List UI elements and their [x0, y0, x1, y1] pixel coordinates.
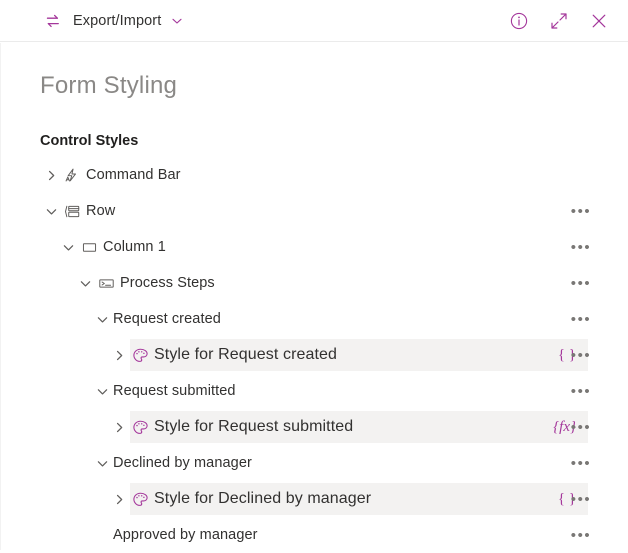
export-import-label: Export/Import [73, 12, 162, 29]
tree-item-label: Column 1 [103, 239, 166, 255]
tree-item-request-submitted[interactable]: Request submitted ••• [0, 373, 628, 409]
control-styles-tree: Command Bar Row ••• Column 1 ••• Process Step… [0, 157, 628, 553]
chevron-down-icon[interactable] [74, 272, 96, 294]
chevron-down-icon[interactable] [40, 200, 62, 222]
header-actions [508, 10, 614, 32]
chevron-right-icon[interactable] [40, 164, 62, 186]
tree-item-content: Declined by manager [0, 452, 628, 474]
tree-item-column-1[interactable]: Column 1 ••• [0, 229, 628, 265]
tree-item-content: Style for Declined by manager{ } [0, 488, 628, 510]
tree-item-label: Command Bar [86, 167, 181, 183]
tree-item-request-created[interactable]: Request created ••• [0, 301, 628, 337]
tree-item-style-for-request-submitted[interactable]: Style for Request submitted {fx} ••• [0, 409, 628, 445]
tree-item-declined-by-manager[interactable]: Declined by manager ••• [0, 445, 628, 481]
command-bar-icon [62, 166, 82, 184]
tree-item-content: Request submitted [0, 380, 628, 402]
tree-item-content: Style for Request submitted {fx} [0, 416, 628, 438]
expand-diagonal-icon[interactable] [548, 10, 570, 32]
tree-item-label: Process Steps [120, 275, 215, 291]
form-styling-pane: Form Styling Control Styles Command Bar R… [0, 42, 628, 553]
info-circle-icon[interactable] [508, 10, 530, 32]
overflow-menu-button[interactable]: ••• [568, 229, 594, 265]
overflow-menu-button[interactable]: ••• [568, 301, 594, 337]
tree-item-content: Column 1 [0, 236, 628, 258]
tree-item-label: Declined by manager [113, 455, 252, 471]
overflow-menu-button[interactable]: ••• [568, 409, 594, 445]
tree-item-style-for-request-created[interactable]: Style for Request created{ } ••• [0, 337, 628, 373]
tree-item-style-for-declined-by-manager[interactable]: Style for Declined by manager{ } ••• [0, 481, 628, 517]
chevron-down-icon[interactable] [57, 236, 79, 258]
tree-item-label: Request submitted [113, 383, 236, 399]
tree-item-label: Row [86, 203, 116, 219]
chevron-right-icon[interactable] [108, 488, 130, 510]
page-title: Form Styling [40, 72, 178, 99]
chevron-down-icon[interactable] [91, 452, 113, 474]
control-styles-heading: Control Styles [40, 133, 139, 149]
palette-icon [130, 418, 150, 436]
tree-item-content: Command Bar [0, 164, 628, 186]
tree-item-content: Process Steps [0, 272, 628, 294]
tree-item-content: Row [0, 200, 628, 222]
process-steps-icon [96, 274, 116, 292]
overflow-menu-button[interactable]: ••• [568, 337, 594, 373]
chevron-down-icon [170, 14, 184, 28]
palette-icon [130, 490, 150, 508]
tree-twisty-placeholder [91, 524, 113, 546]
tree-item-label: Style for Declined by manager [154, 490, 372, 507]
export-import-menu-button[interactable]: Export/Import [38, 7, 188, 35]
tree-item-content: Style for Request created{ } [0, 344, 628, 366]
palette-icon [130, 346, 150, 364]
overflow-menu-button[interactable]: ••• [568, 481, 594, 517]
tree-item-row[interactable]: Row ••• [0, 193, 628, 229]
row-layout-icon [62, 202, 82, 220]
column-icon [79, 238, 99, 256]
overflow-menu-button[interactable]: ••• [568, 193, 594, 229]
overflow-menu-button[interactable]: ••• [568, 445, 594, 481]
close-icon[interactable] [588, 10, 610, 32]
tree-item-process-steps[interactable]: Process Steps ••• [0, 265, 628, 301]
tree-item-content: Approved by manager [0, 524, 628, 546]
command-bar: Export/Import [0, 0, 628, 42]
chevron-down-icon[interactable] [91, 308, 113, 330]
tree-item-approved-by-manager[interactable]: Approved by manager ••• [0, 517, 628, 553]
chevron-right-icon[interactable] [108, 344, 130, 366]
overflow-menu-button[interactable]: ••• [568, 373, 594, 409]
swap-arrows-icon [42, 10, 64, 32]
overflow-menu-button[interactable]: ••• [568, 265, 594, 301]
chevron-right-icon[interactable] [108, 416, 130, 438]
tree-item-label: Approved by manager [113, 527, 258, 543]
overflow-menu-button[interactable]: ••• [568, 517, 594, 553]
tree-item-label: Style for Request created [154, 346, 338, 363]
tree-item-label: Style for Request submitted [154, 418, 354, 435]
tree-item-label: Request created [113, 311, 221, 327]
tree-item-content: Request created [0, 308, 628, 330]
chevron-down-icon[interactable] [91, 380, 113, 402]
tree-item-command-bar[interactable]: Command Bar [0, 157, 628, 193]
